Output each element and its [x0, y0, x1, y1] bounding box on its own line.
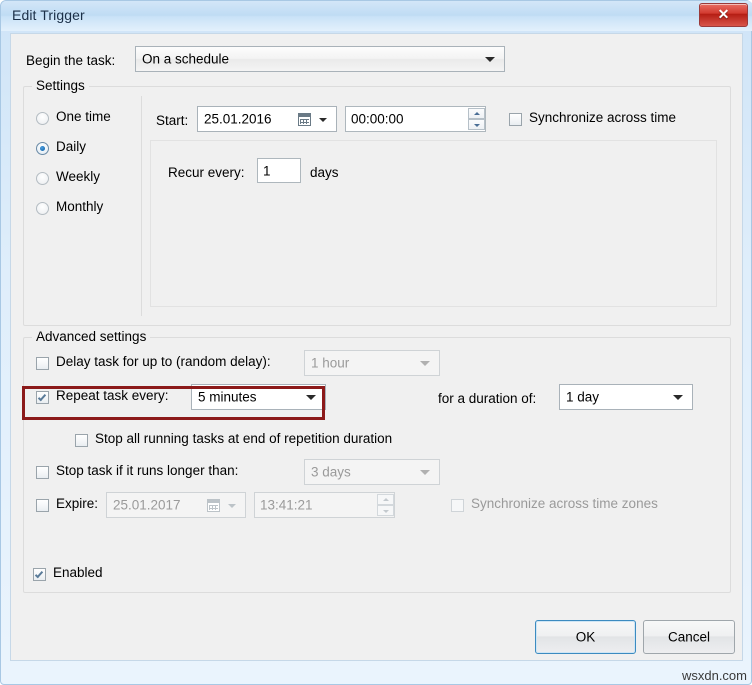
close-icon: ✕	[700, 4, 747, 26]
ok-button[interactable]: OK	[535, 620, 636, 654]
radio-dot-icon	[36, 202, 49, 215]
close-button[interactable]: ✕	[699, 3, 748, 27]
advanced-settings-group-label: Advanced settings	[32, 329, 150, 344]
recur-unit-label: days	[310, 165, 339, 180]
settings-group-label: Settings	[32, 78, 89, 93]
calendar-icon	[207, 499, 220, 512]
expire-time-value: 13:41:21	[260, 498, 313, 513]
repeat-interval-combo[interactable]: 5 minutes	[191, 384, 326, 410]
dialog-client-area: Begin the task: On a schedule Settings O…	[10, 33, 743, 661]
checkbox-icon	[36, 499, 49, 512]
start-label: Start:	[156, 113, 188, 128]
spinner-up-icon[interactable]	[377, 494, 394, 505]
delay-task-combo[interactable]: 1 hour	[304, 350, 440, 376]
chevron-down-icon	[420, 470, 430, 475]
expire-time-field[interactable]: 13:41:21	[254, 492, 395, 518]
checkbox-icon	[33, 568, 46, 581]
recur-every-label: Recur every:	[168, 165, 245, 180]
chevron-down-icon	[420, 361, 430, 366]
radio-label: Monthly	[56, 199, 103, 214]
checkbox-icon	[509, 113, 522, 126]
enabled-label: Enabled	[53, 565, 103, 580]
spinner-down-icon[interactable]	[468, 119, 485, 130]
radio-label: One time	[56, 109, 111, 124]
cancel-button[interactable]: Cancel	[643, 620, 735, 654]
repeat-interval-value: 5 minutes	[198, 390, 257, 405]
start-date-value: 25.01.2016	[204, 112, 272, 127]
radio-dot-icon	[36, 112, 49, 125]
window-title: Edit Trigger	[12, 7, 85, 23]
begin-task-label: Begin the task:	[26, 53, 115, 68]
delay-task-value: 1 hour	[311, 356, 349, 371]
stop-all-running-tasks-label: Stop all running tasks at end of repetit…	[95, 431, 392, 446]
duration-combo[interactable]: 1 day	[559, 384, 693, 410]
checkbox-icon	[36, 357, 49, 370]
begin-task-value: On a schedule	[142, 52, 229, 67]
expire-time-spinner[interactable]	[377, 494, 394, 516]
spinner-down-icon[interactable]	[377, 505, 394, 516]
recur-every-value: 1	[263, 163, 271, 178]
checkbox-icon	[75, 434, 88, 447]
chevron-down-icon	[228, 504, 236, 508]
radio-label: Weekly	[56, 169, 100, 184]
sync-across-time-zones-label: Synchronize across time zones	[471, 496, 658, 511]
title-bar: Edit Trigger ✕	[1, 1, 752, 31]
spinner-up-icon[interactable]	[468, 108, 485, 119]
repeat-task-label: Repeat task every:	[56, 388, 169, 403]
start-time-spinner[interactable]	[468, 108, 485, 130]
duration-label: for a duration of:	[438, 391, 536, 406]
chevron-down-icon	[319, 118, 327, 122]
chevron-down-icon	[485, 57, 495, 62]
ok-button-label: OK	[536, 630, 635, 645]
begin-task-combo[interactable]: On a schedule	[135, 46, 505, 72]
cancel-button-label: Cancel	[644, 630, 734, 645]
chevron-down-icon	[306, 395, 316, 400]
radio-dot-icon	[36, 142, 49, 155]
checkbox-icon	[36, 466, 49, 479]
expire-date-value: 25.01.2017	[113, 498, 181, 513]
radio-dot-icon	[36, 172, 49, 185]
duration-value: 1 day	[566, 390, 599, 405]
delay-task-label: Delay task for up to (random delay):	[56, 354, 271, 369]
recur-every-input[interactable]: 1	[257, 158, 301, 183]
radio-label: Daily	[56, 139, 86, 154]
watermark: wsxdn.com	[682, 668, 747, 683]
start-date-picker[interactable]: 25.01.2016	[197, 106, 337, 132]
chevron-down-icon	[673, 395, 683, 400]
checkbox-icon	[451, 499, 464, 512]
edit-trigger-dialog: Edit Trigger ✕ Begin the task: On a sche…	[0, 0, 752, 685]
calendar-icon	[298, 113, 311, 126]
start-time-value: 00:00:00	[351, 112, 404, 127]
stop-task-longer-label: Stop task if it runs longer than:	[56, 463, 238, 478]
expire-label: Expire:	[56, 496, 98, 511]
checkbox-icon	[36, 391, 49, 404]
stop-task-longer-combo[interactable]: 3 days	[304, 459, 440, 485]
start-time-field[interactable]: 00:00:00	[345, 106, 486, 132]
expire-date-picker[interactable]: 25.01.2017	[106, 492, 246, 518]
settings-divider	[141, 96, 142, 316]
stop-task-longer-value: 3 days	[311, 465, 351, 480]
sync-across-time-label: Synchronize across time	[529, 110, 676, 125]
